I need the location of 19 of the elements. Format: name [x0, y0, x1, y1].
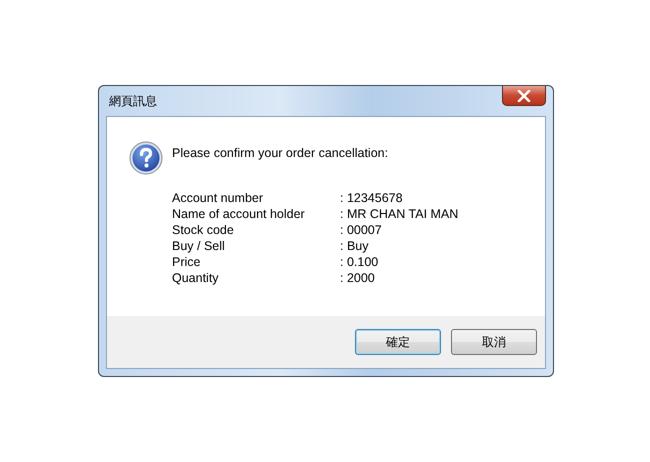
detail-value: : 0.100 — [340, 254, 380, 270]
detail-value: : 00007 — [340, 222, 383, 238]
window-title: 網頁訊息 — [108, 92, 157, 110]
detail-value: : MR CHAN TAI MAN — [340, 206, 458, 222]
detail-label: Buy / Sell — [172, 238, 226, 254]
detail-label: Price — [172, 254, 202, 270]
close-icon — [517, 90, 531, 102]
detail-label: Quantity — [172, 270, 220, 286]
detail-value: : 2000 — [340, 270, 376, 286]
detail-label: Name of account holder — [172, 206, 306, 222]
detail-label: Account number — [172, 190, 264, 206]
question-icon — [129, 141, 163, 175]
detail-value: : Buy — [340, 238, 370, 254]
detail-label: Stock code — [172, 222, 235, 238]
cancel-button[interactable]: 取消 — [451, 329, 537, 355]
close-button[interactable] — [502, 86, 546, 106]
confirm-button[interactable]: 確定 — [355, 329, 441, 355]
confirm-message: Please confirm your order cancellation: — [172, 146, 390, 160]
detail-value: : 12345678 — [340, 190, 404, 206]
